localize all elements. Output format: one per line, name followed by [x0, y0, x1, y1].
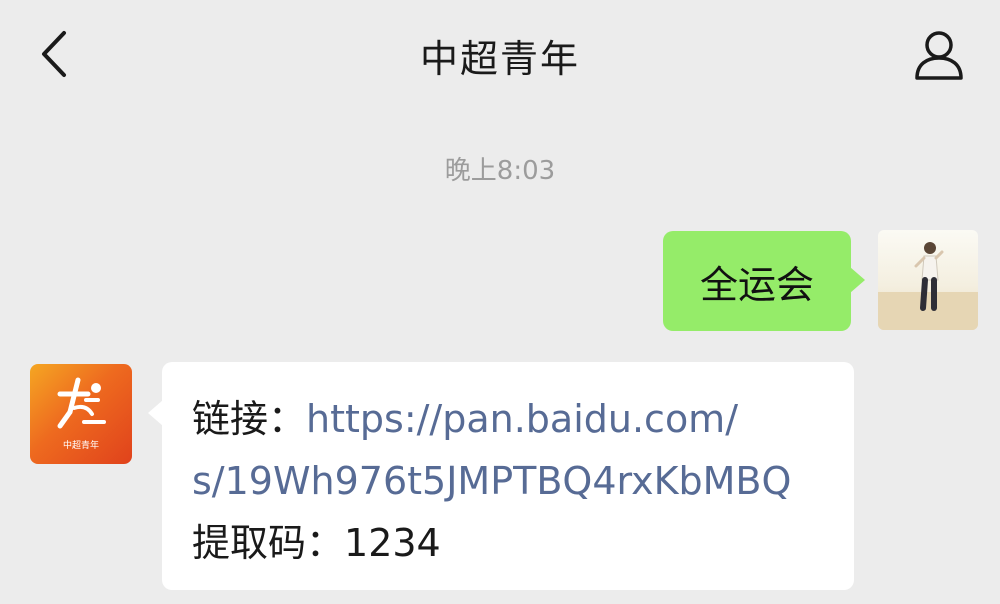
person-photo-icon	[878, 242, 978, 330]
code-label: 提取码：	[192, 521, 345, 565]
extraction-code-line: 提取码：1234	[192, 512, 824, 574]
share-link-part-1[interactable]: https://pan.baidu.com/	[306, 397, 738, 441]
profile-button[interactable]	[906, 24, 972, 86]
outgoing-message-bubble[interactable]: 全运会	[663, 231, 865, 331]
avatar-caption: 中超青年	[62, 441, 99, 451]
code-value: 1234	[344, 521, 441, 565]
share-link-part-2[interactable]: s/19Wh976t5JMPTBQ4rxKbMBQ	[192, 459, 791, 503]
official-account-avatar[interactable]: 中超青年	[30, 364, 132, 464]
my-avatar[interactable]	[878, 230, 978, 330]
chat-title: 中超青年	[419, 37, 580, 81]
message-timestamp: 晚上8:03	[444, 156, 556, 186]
chat-header: 中超青年	[0, 0, 1000, 110]
outgoing-message-text: 全运会	[699, 262, 814, 307]
person-icon	[915, 31, 963, 80]
link-line-2: s/19Wh976t5JMPTBQ4rxKbMBQ	[192, 450, 824, 512]
incoming-message-bubble[interactable]: 链接：https://pan.baidu.com/ s/19Wh976t5JMP…	[148, 362, 854, 590]
link-label: 链接：	[192, 397, 307, 441]
link-line-1: 链接：https://pan.baidu.com/	[192, 388, 824, 450]
